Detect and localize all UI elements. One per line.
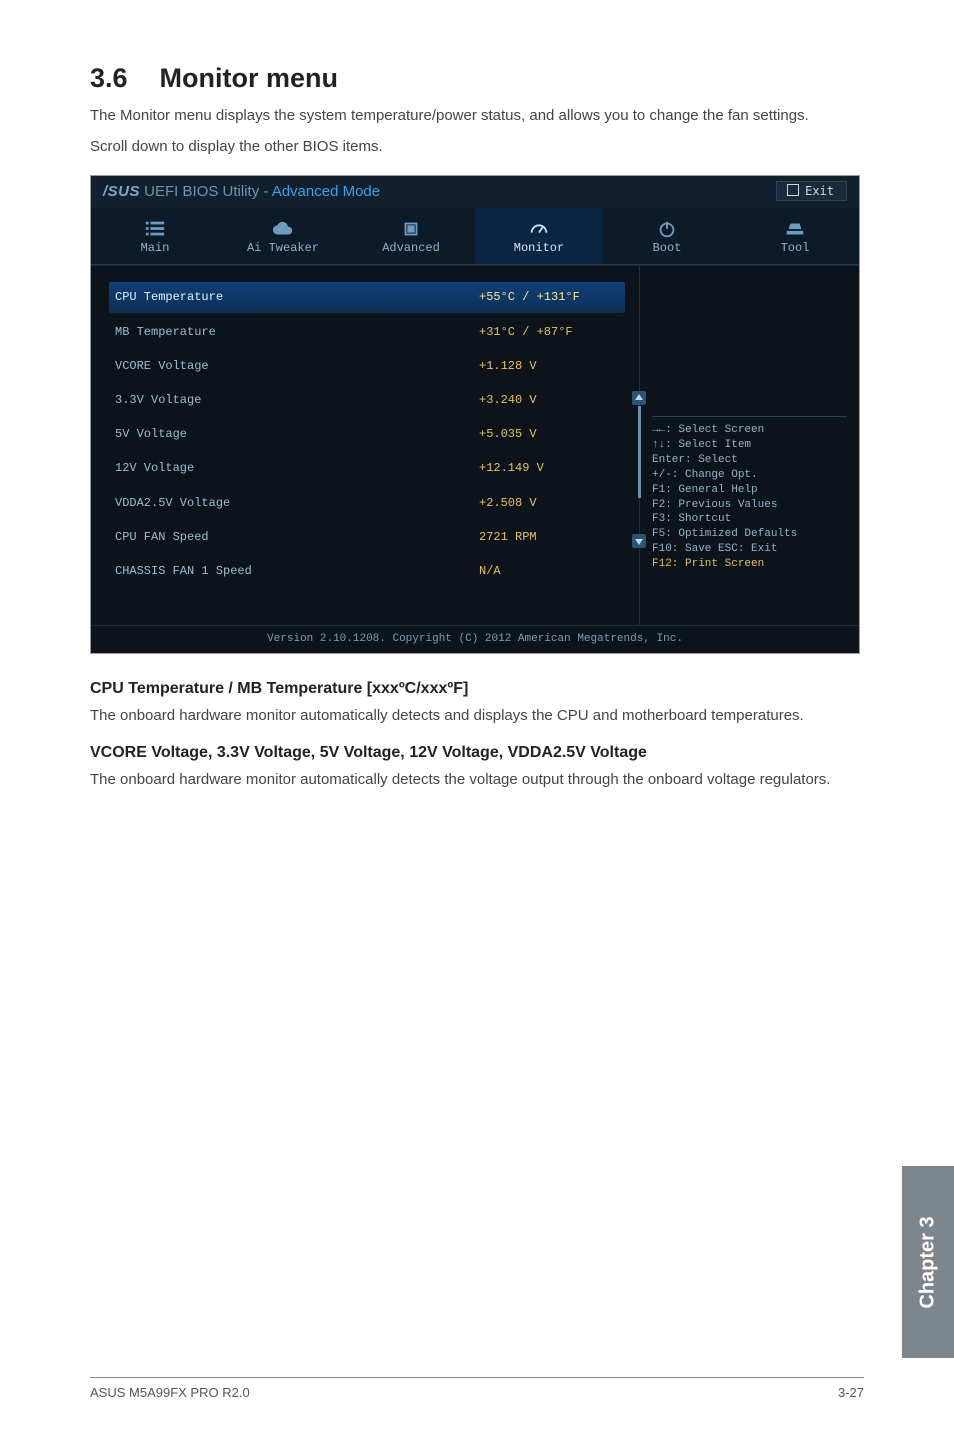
- intro-paragraph-1: The Monitor menu displays the system tem…: [90, 106, 864, 126]
- bios-row-value: +12.149 V: [479, 460, 619, 476]
- footer-page: 3-27: [838, 1384, 864, 1402]
- tab-label: Tool: [781, 241, 810, 255]
- section-title-text: Monitor menu: [160, 63, 338, 93]
- section-heading: 3.6 Monitor menu: [90, 60, 864, 96]
- chip-icon: [400, 218, 422, 236]
- bios-screenshot: /SUS UEFI BIOS Utility - Advanced Mode E…: [90, 175, 860, 654]
- footer-model: ASUS M5A99FX PRO R2.0: [90, 1384, 250, 1402]
- bios-row-value: +5.035 V: [479, 426, 619, 442]
- tab-label: Boot: [653, 241, 682, 255]
- help-line: F5: Optimized Defaults: [652, 527, 847, 542]
- subheading-cpu-temp: CPU Temperature / MB Temperature [xxxºC/…: [90, 678, 864, 700]
- bios-titlebar: /SUS UEFI BIOS Utility - Advanced Mode E…: [91, 176, 859, 208]
- bios-brand: /SUS: [103, 183, 140, 200]
- gauge-icon: [528, 218, 550, 236]
- bios-row[interactable]: 12V Voltage+12.149 V: [109, 453, 625, 483]
- bios-row-label: CPU Temperature: [115, 289, 479, 305]
- page-footer: ASUS M5A99FX PRO R2.0 3-27: [90, 1377, 864, 1402]
- bios-body: CPU Temperature+55°C / +131°F MB Temperat…: [91, 265, 859, 625]
- scrollbar-thumb[interactable]: [638, 406, 641, 498]
- tab-tool[interactable]: Tool: [731, 208, 859, 264]
- intro-paragraph-2: Scroll down to display the other BIOS it…: [90, 137, 864, 157]
- tool-icon: [784, 218, 806, 236]
- bios-title-mode: Advanced Mode: [272, 183, 380, 200]
- bios-row-value: 2721 RPM: [479, 529, 619, 545]
- help-line: Enter: Select: [652, 453, 847, 468]
- bios-row-label: 5V Voltage: [115, 426, 479, 442]
- help-line: F12: Print Screen: [652, 557, 847, 572]
- bios-list: CPU Temperature+55°C / +131°F MB Temperat…: [91, 266, 639, 625]
- bios-row-label: VCORE Voltage: [115, 358, 479, 374]
- tab-advanced[interactable]: Advanced: [347, 208, 475, 264]
- tab-ai-tweaker[interactable]: Ai Tweaker: [219, 208, 347, 264]
- exit-button[interactable]: Exit: [776, 181, 847, 201]
- help-line: →←: Select Screen: [652, 423, 847, 438]
- bios-row[interactable]: VDDA2.5V Voltage+2.508 V: [109, 488, 625, 518]
- bios-row-label: 12V Voltage: [115, 460, 479, 476]
- help-line: F10: Save ESC: Exit: [652, 542, 847, 557]
- tab-label: Advanced: [382, 241, 440, 255]
- tab-boot[interactable]: Boot: [603, 208, 731, 264]
- bios-row-value: +31°C / +87°F: [479, 324, 619, 340]
- tab-main[interactable]: Main: [91, 208, 219, 264]
- bios-row[interactable]: CPU Temperature+55°C / +131°F: [109, 282, 625, 312]
- bios-row-label: 3.3V Voltage: [115, 392, 479, 408]
- bios-row[interactable]: VCORE Voltage+1.128 V: [109, 351, 625, 381]
- exit-label: Exit: [805, 184, 834, 198]
- bios-row-value: +55°C / +131°F: [479, 289, 619, 305]
- tab-monitor[interactable]: Monitor: [475, 208, 603, 264]
- bios-row[interactable]: CPU FAN Speed2721 RPM: [109, 522, 625, 552]
- chapter-label: Chapter 3: [915, 1216, 942, 1308]
- subheading-voltages: VCORE Voltage, 3.3V Voltage, 5V Voltage,…: [90, 742, 864, 764]
- bios-row-label: CHASSIS FAN 1 Speed: [115, 563, 479, 579]
- scroll-down-icon[interactable]: [632, 534, 646, 548]
- bios-row-label: VDDA2.5V Voltage: [115, 495, 479, 511]
- bios-row-value: +2.508 V: [479, 495, 619, 511]
- sub1-body: The onboard hardware monitor automatical…: [90, 706, 864, 726]
- bios-row-value: N/A: [479, 563, 619, 579]
- bios-row-value: +3.240 V: [479, 392, 619, 408]
- help-line: +/-: Change Opt.: [652, 468, 847, 483]
- bios-tabs: Main Ai Tweaker Advanced Monitor Boot To…: [91, 208, 859, 265]
- help-line: ↑↓: Select Item: [652, 438, 847, 453]
- bios-row[interactable]: CHASSIS FAN 1 SpeedN/A: [109, 556, 625, 586]
- power-icon: [656, 218, 678, 236]
- list-icon: [144, 218, 166, 236]
- bios-row[interactable]: 5V Voltage+5.035 V: [109, 419, 625, 449]
- bios-help-panel: →←: Select Screen↑↓: Select ItemEnter: S…: [639, 266, 859, 625]
- bios-row-value: +1.128 V: [479, 358, 619, 374]
- bios-footer: Version 2.10.1208. Copyright (C) 2012 Am…: [91, 625, 859, 653]
- help-line: F3: Shortcut: [652, 512, 847, 527]
- chapter-side-tab: Chapter 3: [902, 1166, 954, 1358]
- tab-label: Monitor: [514, 241, 564, 255]
- bios-row[interactable]: 3.3V Voltage+3.240 V: [109, 385, 625, 415]
- sub2-body: The onboard hardware monitor automatical…: [90, 770, 864, 790]
- section-number: 3.6: [90, 60, 128, 96]
- cloud-icon: [272, 218, 294, 236]
- tab-label: Main: [141, 241, 170, 255]
- bios-row-label: CPU FAN Speed: [115, 529, 479, 545]
- bios-row[interactable]: MB Temperature+31°C / +87°F: [109, 317, 625, 347]
- bios-row-label: MB Temperature: [115, 324, 479, 340]
- help-line: F1: General Help: [652, 483, 847, 498]
- bios-title-rest: UEFI BIOS Utility -: [140, 183, 272, 200]
- scroll-up-icon[interactable]: [632, 391, 646, 405]
- tab-label: Ai Tweaker: [247, 241, 319, 255]
- help-line: F2: Previous Values: [652, 498, 847, 513]
